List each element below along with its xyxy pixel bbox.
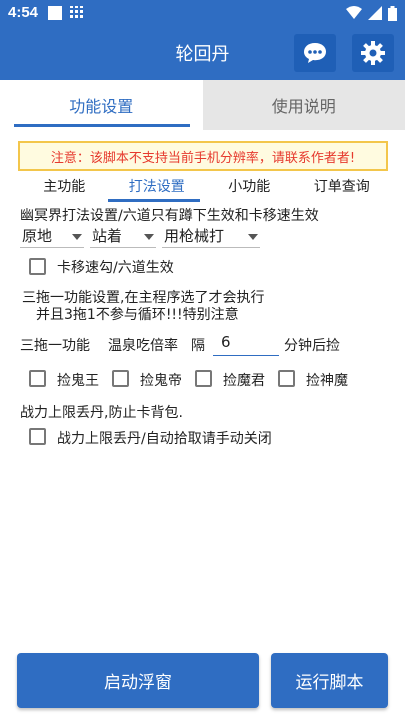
- tab-function-settings[interactable]: 功能设置: [0, 80, 203, 130]
- tab-instructions[interactable]: 使用说明: [202, 80, 405, 130]
- pick-shenmo-checkbox[interactable]: [278, 370, 295, 387]
- subtab-main-function[interactable]: 主功能: [18, 176, 111, 202]
- subtab-small-functions[interactable]: 小功能: [203, 176, 296, 202]
- kayi-checkbox[interactable]: [29, 258, 46, 275]
- weapon-select-value: 用枪械打: [164, 227, 225, 245]
- settings-button[interactable]: [352, 34, 394, 72]
- tuo-function-label: 三拖一功能: [20, 338, 90, 354]
- stance-select[interactable]: 站着: [90, 224, 156, 248]
- app-title: 轮回丹: [175, 44, 230, 65]
- position-select[interactable]: 原地: [20, 224, 84, 248]
- power-limit-note: 战力上限丢丹,防止卡背包.: [20, 405, 183, 421]
- dropdown-arrow-icon: [144, 234, 154, 240]
- subtab-indicator: [108, 199, 200, 202]
- pick-mojun-label: 捡魔君: [223, 373, 265, 389]
- dropdown-arrow-icon: [72, 234, 82, 240]
- pick-guiwang-checkbox[interactable]: [29, 370, 46, 387]
- combat-settings-description: 幽冥界打法设置/六道只有蹲下生效和卡移速生效: [20, 208, 319, 224]
- pick-guiwang-label: 捡鬼王: [57, 373, 99, 389]
- dropdown-arrow-icon: [248, 234, 258, 240]
- pick-shenmo-label: 捡神魔: [306, 373, 348, 389]
- sub-tabs: 主功能 打法设置 小功能 订单查询: [18, 176, 388, 202]
- kayi-checkbox-label: 卡移速勾/六道生效: [57, 260, 174, 276]
- notification-grid-icon: [70, 6, 84, 20]
- interval-minutes-input[interactable]: 6: [213, 330, 279, 356]
- status-bar: 4:54: [0, 0, 405, 26]
- run-script-button[interactable]: 运行脚本: [271, 653, 388, 708]
- status-time: 4:54: [8, 4, 39, 21]
- pick-mojun-checkbox[interactable]: [195, 370, 212, 387]
- power-limit-checkbox[interactable]: [29, 428, 46, 445]
- stance-select-value: 站着: [92, 227, 123, 245]
- signal-icon: [368, 6, 382, 20]
- top-tabs: 功能设置 使用说明: [0, 80, 405, 130]
- battery-icon: [388, 5, 397, 21]
- interval-prefix-label: 隔: [191, 338, 205, 354]
- wenquan-label: 温泉吃倍率: [108, 338, 178, 354]
- tuo-note-line2: 并且3拖1不参与循环!!!特别注意: [36, 307, 239, 323]
- interval-suffix-label: 分钟后捡: [284, 338, 340, 354]
- chat-button[interactable]: [294, 34, 336, 72]
- power-limit-checkbox-label: 战力上限丢丹/自动拾取请手动关闭: [57, 431, 272, 447]
- notification-square-icon: [48, 6, 62, 20]
- app-bar: 轮回丹: [0, 26, 405, 80]
- status-icons: [346, 5, 397, 21]
- weapon-select[interactable]: 用枪械打: [162, 224, 260, 248]
- tab-indicator: [14, 124, 190, 127]
- wifi-icon: [346, 6, 362, 19]
- pick-guidi-label: 捡鬼帝: [140, 373, 182, 389]
- gear-icon: [361, 41, 385, 65]
- warning-notice: 注意：该脚本不支持当前手机分辨率，请联系作者者!: [18, 141, 388, 171]
- position-select-value: 原地: [22, 227, 53, 245]
- start-floating-window-button[interactable]: 启动浮窗: [17, 653, 259, 708]
- pick-guidi-checkbox[interactable]: [112, 370, 129, 387]
- subtab-order-query[interactable]: 订单查询: [296, 176, 389, 202]
- chat-bubble-icon: [304, 43, 326, 63]
